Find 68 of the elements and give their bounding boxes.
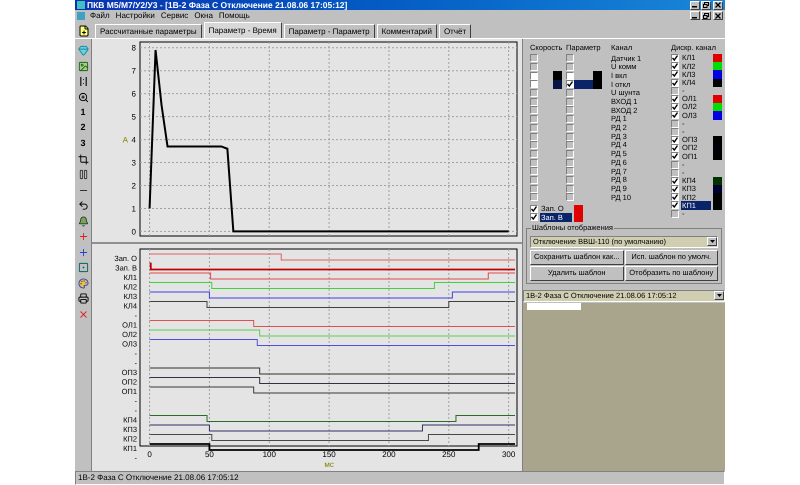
tab[interactable]: Рассчитанные параметры [95, 24, 202, 38]
palette-icon[interactable] [76, 276, 90, 290]
tab[interactable]: Отчёт [438, 24, 472, 38]
x-tick-label: 300 [502, 450, 516, 459]
menu-item[interactable]: Файл [87, 12, 113, 20]
tab[interactable]: Параметр - Параметр [284, 24, 375, 38]
checkbox[interactable] [530, 72, 538, 80]
checkbox[interactable] [671, 210, 679, 218]
restore-button[interactable] [701, 0, 711, 10]
checkbox[interactable] [671, 160, 679, 169]
status-text: 1В-2 Фаза С Отключение 21.08.06 17:05:12 [78, 472, 239, 484]
new-document-icon[interactable] [77, 23, 90, 38]
x-axis-label: мс [324, 460, 334, 469]
checkbox[interactable] [671, 54, 679, 62]
window-title: ПКВ М5/М7/У2/У3 - [1В-2 Фаза С Отключение 21.08.06 17:05:12] [87, 0, 348, 10]
close-button[interactable] [713, 11, 723, 20]
y-axis-label: А [122, 136, 128, 145]
x-tick-label: 100 [262, 450, 276, 459]
x-tick-label: 200 [382, 450, 396, 459]
checkbox[interactable] [671, 78, 679, 87]
menu-item[interactable]: Сервис [158, 12, 192, 20]
checkbox[interactable] [566, 72, 574, 80]
y-tick-label: 6 [132, 90, 136, 99]
checkbox[interactable] [671, 144, 679, 152]
x-tick-label: 150 [322, 450, 336, 459]
toolbar-button[interactable]: 3 [76, 136, 90, 151]
y-tick-label: 1 [132, 204, 136, 214]
minimize-button[interactable] [690, 0, 700, 10]
tab[interactable]: Параметр - Время [204, 22, 282, 38]
close-icon [715, 12, 721, 18]
dropdown-arrow-icon [707, 237, 717, 246]
checkbox[interactable] [671, 70, 679, 78]
toolbar-button[interactable]: 2 [76, 120, 90, 136]
y-tick-label: 5 [132, 112, 136, 122]
checkbox[interactable] [671, 62, 679, 70]
crop-icon[interactable] [76, 152, 90, 166]
close-icon [715, 2, 721, 8]
checkbox[interactable] [530, 213, 538, 222]
restore-button[interactable] [701, 11, 711, 20]
printer-icon[interactable] [76, 291, 90, 306]
checkbox[interactable] [671, 120, 679, 128]
y-tick-label: 7 [132, 66, 136, 76]
x-tick-label: 250 [442, 450, 456, 459]
checkbox[interactable] [530, 204, 538, 213]
y-tick-label: 4 [132, 136, 136, 145]
menu-item[interactable]: Настройки [112, 12, 158, 20]
checkbox[interactable] [671, 193, 679, 202]
y-tick-label: 3 [132, 158, 136, 168]
x-tick-label: 0 [147, 450, 152, 459]
menu-item[interactable]: Помощь [216, 12, 253, 20]
checkbox[interactable] [671, 152, 679, 160]
tab[interactable]: Комментарий [376, 24, 437, 38]
checkbox[interactable] [566, 80, 574, 88]
toolbar-button[interactable]: 1 [76, 105, 90, 120]
y-tick-label: 2 [132, 182, 136, 190]
minimize-button[interactable] [690, 11, 700, 20]
checkbox[interactable] [671, 201, 679, 210]
gem-icon[interactable] [76, 43, 90, 58]
x-tick-label: 50 [204, 450, 214, 459]
checkbox[interactable] [671, 95, 679, 104]
menu-item[interactable]: Окна [191, 12, 216, 20]
y-tick-label: 0 [132, 227, 136, 236]
checkbox[interactable] [671, 111, 679, 120]
checkbox[interactable] [671, 103, 679, 112]
checkbox[interactable] [530, 80, 538, 88]
close-button[interactable] [713, 0, 723, 10]
checkbox[interactable] [671, 185, 679, 194]
y-tick-label: 8 [132, 44, 136, 53]
